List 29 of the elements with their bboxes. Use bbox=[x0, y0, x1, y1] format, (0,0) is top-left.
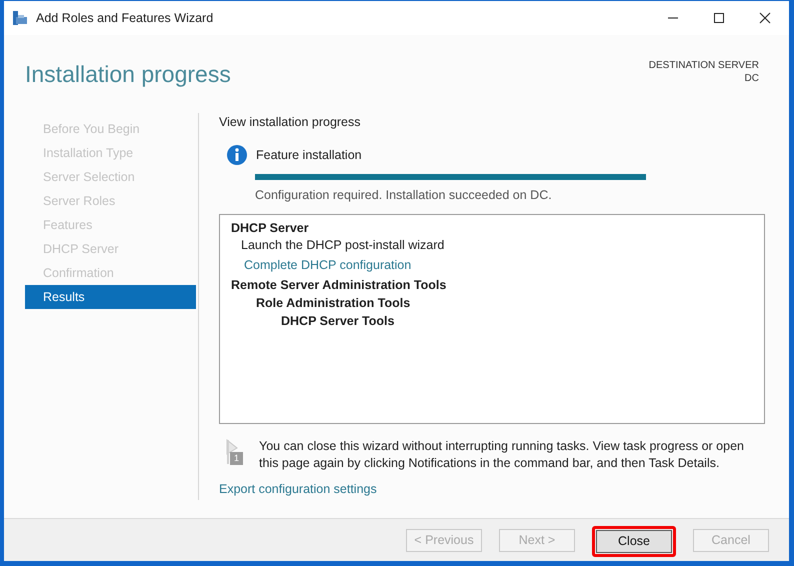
destination-server: DC bbox=[744, 72, 759, 85]
destination-label: DESTINATION SERVER bbox=[648, 59, 759, 72]
wizard-icon bbox=[12, 10, 28, 26]
nav-item[interactable]: Server Selection bbox=[25, 165, 196, 189]
wizard-button[interactable]: Close bbox=[596, 530, 672, 552]
notification-badge: 1 bbox=[230, 452, 243, 465]
section-heading: View installation progress bbox=[219, 115, 362, 129]
nav-item[interactable]: Features bbox=[25, 213, 196, 237]
maximize-icon[interactable] bbox=[713, 12, 725, 24]
close-icon[interactable] bbox=[759, 12, 771, 24]
nav-item[interactable]: Before You Begin bbox=[25, 117, 196, 141]
info-icon bbox=[227, 145, 247, 165]
nav-item[interactable]: Installation Type bbox=[25, 141, 196, 165]
result-heading: DHCP Server Tools bbox=[281, 313, 394, 330]
nav-item[interactable]: Server Roles bbox=[25, 189, 196, 213]
nav-item[interactable]: Confirmation bbox=[25, 261, 196, 285]
export-link[interactable]: Export configuration settings bbox=[219, 482, 377, 496]
nav-item[interactable]: Results bbox=[25, 285, 196, 309]
result-heading: Role Administration Tools bbox=[256, 295, 410, 312]
window-title: Add Roles and Features Wizard bbox=[36, 11, 214, 25]
result-heading: DHCP Server bbox=[231, 220, 309, 237]
result-link[interactable]: Complete DHCP configuration bbox=[244, 254, 412, 276]
notice-text: You can close this wizard without interrupting running tasks. View task progress or open this page again by clicking Notifications in the command bar, and then Task Details. bbox=[259, 438, 745, 472]
page-title: Installation progress bbox=[25, 61, 231, 88]
status-title: Feature installation bbox=[256, 148, 362, 162]
nav-item[interactable]: DHCP Server bbox=[25, 237, 196, 261]
status-message: Configuration required. Installation succeeded on DC. bbox=[255, 188, 553, 202]
result-heading: Remote Server Administration Tools bbox=[231, 277, 446, 294]
result-text: Launch the DHCP post-install wizard bbox=[241, 237, 444, 254]
